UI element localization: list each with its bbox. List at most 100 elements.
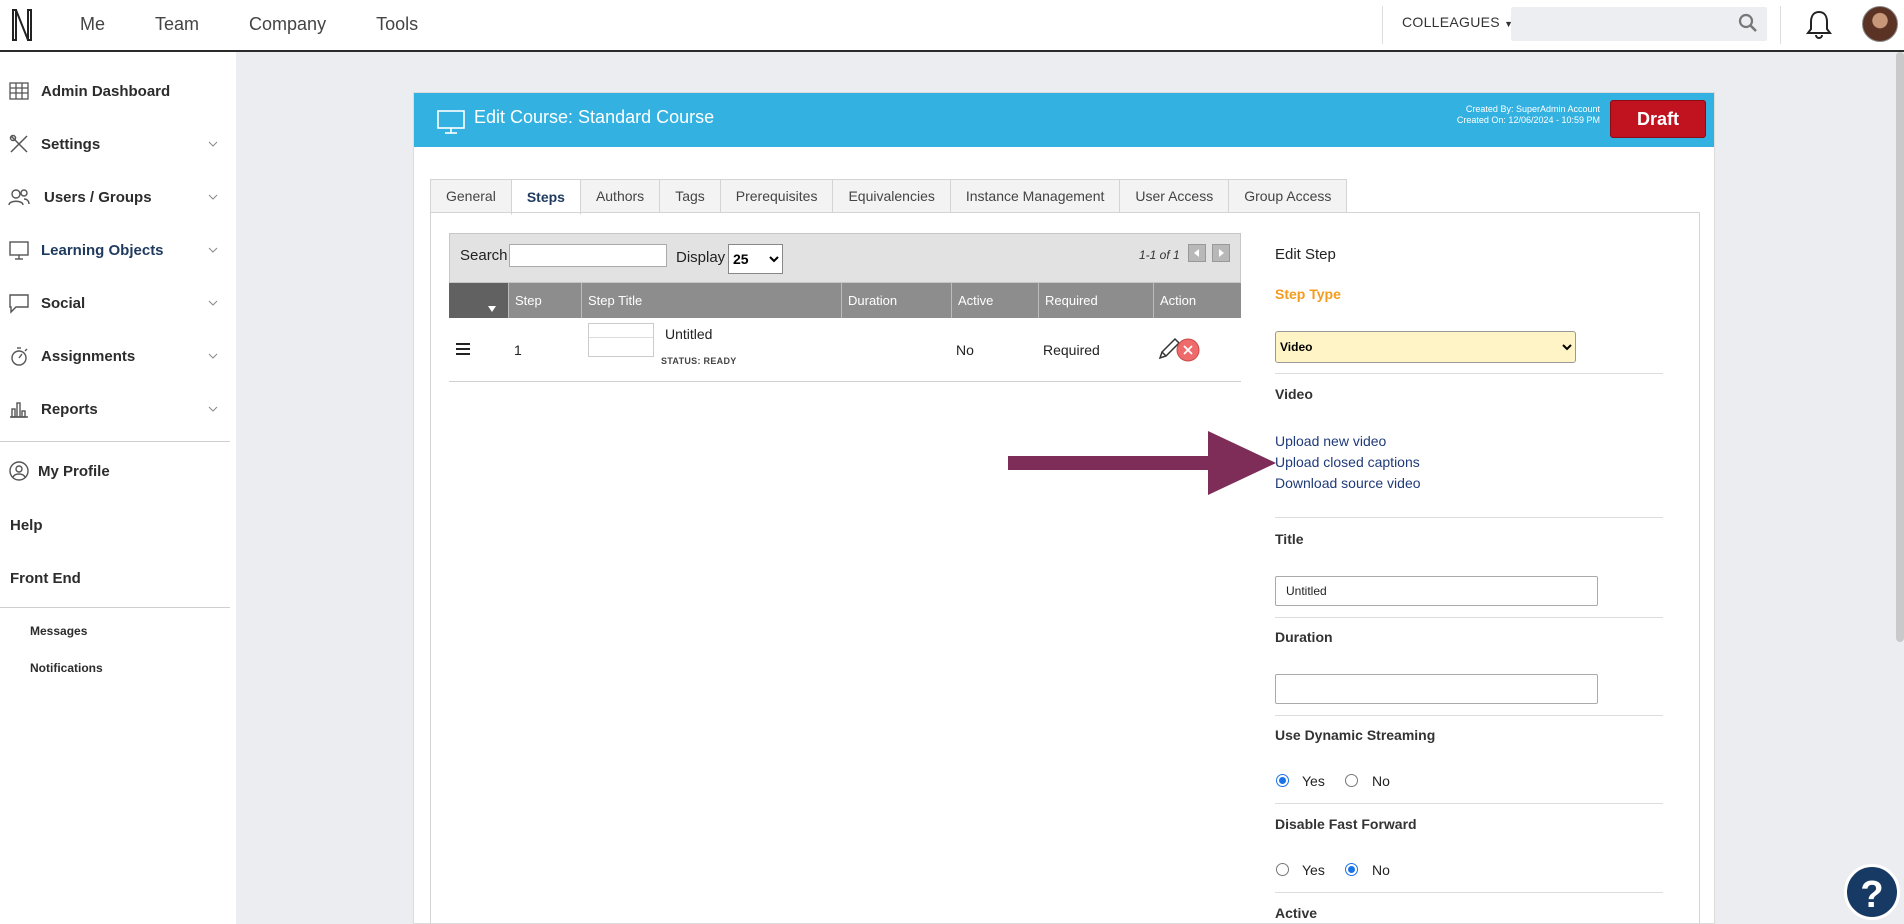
column-header[interactable]: Duration bbox=[841, 283, 951, 318]
nav-tools[interactable]: Tools bbox=[376, 14, 418, 35]
tab-prerequisites[interactable]: Prerequisites bbox=[719, 179, 834, 213]
disable-fast-forward-label: Disable Fast Forward bbox=[1275, 816, 1417, 832]
global-search-input[interactable] bbox=[1511, 7, 1767, 41]
prev-page-button[interactable] bbox=[1188, 244, 1206, 262]
draft-status-button[interactable]: Draft bbox=[1610, 100, 1706, 138]
arrow-right-icon bbox=[1219, 249, 1224, 257]
upload-closed-captions-link[interactable]: Upload closed captions bbox=[1275, 454, 1420, 470]
sidebar-item-my-profile[interactable]: My Profile bbox=[0, 456, 232, 486]
sidebar-item-label: Settings bbox=[41, 135, 101, 153]
tools-icon bbox=[9, 134, 28, 153]
step-required: Required bbox=[1043, 342, 1100, 358]
sidebar-divider bbox=[0, 607, 230, 608]
table-toolbar: Search Display 25 1-1 of 1 bbox=[449, 233, 1241, 283]
users-icon bbox=[8, 189, 30, 206]
course-meta: Created By: SuperAdmin Account Created O… bbox=[1457, 104, 1600, 126]
sidebar-item-label: Admin Dashboard bbox=[41, 82, 171, 100]
monitor-icon bbox=[9, 241, 29, 260]
column-header[interactable]: Required bbox=[1038, 283, 1153, 318]
sidebar-item-messages[interactable]: Messages bbox=[30, 624, 87, 638]
colleagues-label: COLLEAGUES bbox=[1402, 14, 1500, 30]
bell-icon[interactable] bbox=[1805, 9, 1833, 39]
app-logo-icon[interactable] bbox=[10, 6, 34, 44]
column-header[interactable]: Active bbox=[951, 283, 1038, 318]
sidebar-item-reports[interactable]: Reports bbox=[0, 394, 232, 424]
nav-me[interactable]: Me bbox=[80, 14, 105, 35]
nav-company[interactable]: Company bbox=[249, 14, 326, 35]
next-page-button[interactable] bbox=[1212, 244, 1230, 262]
edit-course-panel: Edit Course: Standard Course Created By:… bbox=[413, 92, 1715, 924]
column-header[interactable]: Step bbox=[508, 283, 581, 318]
disable-ff-no-radio[interactable] bbox=[1345, 863, 1358, 876]
sidebar-item-admin-dashboard[interactable]: Admin Dashboard bbox=[0, 76, 232, 106]
panel-header: Edit Course: Standard Course Created By:… bbox=[414, 93, 1714, 147]
dynamic-streaming-yes-radio[interactable] bbox=[1276, 774, 1289, 787]
sidebar-item-users-groups[interactable]: Users / Groups bbox=[0, 182, 232, 212]
step-active: No bbox=[956, 342, 974, 358]
sidebar-item-social[interactable]: Social bbox=[0, 288, 232, 318]
chevron-down-icon bbox=[208, 194, 218, 200]
step-type-label: Step Type bbox=[1275, 286, 1341, 302]
upload-new-video-link[interactable]: Upload new video bbox=[1275, 433, 1386, 449]
sidebar-item-front-end[interactable]: Front End bbox=[10, 570, 81, 587]
tab-steps[interactable]: Steps bbox=[510, 179, 581, 215]
tab-general[interactable]: General bbox=[430, 179, 512, 213]
tab-instance-management[interactable]: Instance Management bbox=[949, 179, 1121, 213]
sidebar-item-label: Social bbox=[41, 294, 86, 312]
disable-ff-yes-radio[interactable] bbox=[1276, 863, 1289, 876]
tab-group-access[interactable]: Group Access bbox=[1228, 179, 1348, 213]
column-header[interactable]: Step Title bbox=[581, 283, 841, 318]
sidebar-item-assignments[interactable]: Assignments bbox=[0, 341, 232, 371]
download-source-video-link[interactable]: Download source video bbox=[1275, 475, 1421, 491]
scrollbar[interactable] bbox=[1896, 52, 1904, 642]
sidebar-item-help[interactable]: Help bbox=[10, 517, 43, 534]
sidebar-item-notifications[interactable]: Notifications bbox=[30, 661, 103, 675]
created-by: Created By: SuperAdmin Account bbox=[1465, 104, 1600, 114]
column-header[interactable]: Action bbox=[1153, 283, 1241, 318]
bar-chart-icon bbox=[10, 402, 28, 418]
colleagues-dropdown[interactable]: COLLEAGUES ▼ bbox=[1402, 14, 1513, 30]
chevron-down-icon bbox=[208, 141, 218, 147]
user-avatar[interactable] bbox=[1862, 6, 1898, 42]
tab-authors[interactable]: Authors bbox=[579, 179, 661, 213]
step-duration-input[interactable] bbox=[1275, 674, 1598, 704]
tab-user-access[interactable]: User Access bbox=[1119, 179, 1230, 213]
steps-search-input[interactable] bbox=[509, 244, 667, 267]
divider bbox=[1275, 803, 1663, 804]
step-type-select[interactable]: Video bbox=[1275, 331, 1576, 363]
title-label: Title bbox=[1275, 531, 1304, 547]
annotation-arrow-shaft bbox=[1008, 456, 1208, 470]
sidebar: Admin Dashboard Settings Users / Groups … bbox=[0, 52, 236, 924]
search-icon[interactable] bbox=[1738, 13, 1758, 33]
sidebar-item-label: Reports bbox=[41, 400, 98, 418]
display-count-select[interactable]: 25 bbox=[728, 244, 783, 274]
stopwatch-icon bbox=[11, 347, 28, 366]
chevron-down-icon bbox=[208, 353, 218, 359]
divider bbox=[1780, 6, 1781, 44]
sort-column-header[interactable] bbox=[449, 283, 508, 318]
nav-team[interactable]: Team bbox=[155, 14, 199, 35]
step-number: 1 bbox=[514, 342, 522, 358]
radio-label-no: No bbox=[1372, 773, 1390, 789]
divider bbox=[1275, 892, 1663, 893]
monitor-icon bbox=[437, 110, 465, 134]
tab-tags[interactable]: Tags bbox=[659, 179, 721, 213]
table-row[interactable]: 1 Untitled STATUS: READY No Required bbox=[449, 318, 1241, 382]
sidebar-item-label: Learning Objects bbox=[41, 241, 164, 259]
sidebar-item-settings[interactable]: Settings bbox=[0, 129, 232, 159]
dynamic-streaming-no-radio[interactable] bbox=[1345, 774, 1358, 787]
tab-equivalencies[interactable]: Equivalencies bbox=[832, 179, 951, 213]
help-button[interactable]: ? bbox=[1844, 864, 1900, 920]
chevron-down-icon bbox=[208, 406, 218, 412]
course-tabs: General Steps Authors Tags Prerequisites… bbox=[430, 179, 1348, 215]
edit-step-heading: Edit Step bbox=[1275, 246, 1336, 263]
sidebar-item-label: Users / Groups bbox=[44, 188, 152, 206]
chat-icon bbox=[9, 294, 29, 314]
delete-icon[interactable] bbox=[1176, 338, 1200, 362]
drag-handle-icon[interactable] bbox=[455, 342, 471, 356]
divider bbox=[1275, 715, 1663, 716]
step-title-input[interactable] bbox=[1275, 576, 1598, 606]
search-label: Search bbox=[460, 247, 508, 264]
sidebar-item-learning-objects[interactable]: Learning Objects bbox=[0, 235, 232, 265]
sidebar-item-label: My Profile bbox=[38, 462, 110, 480]
